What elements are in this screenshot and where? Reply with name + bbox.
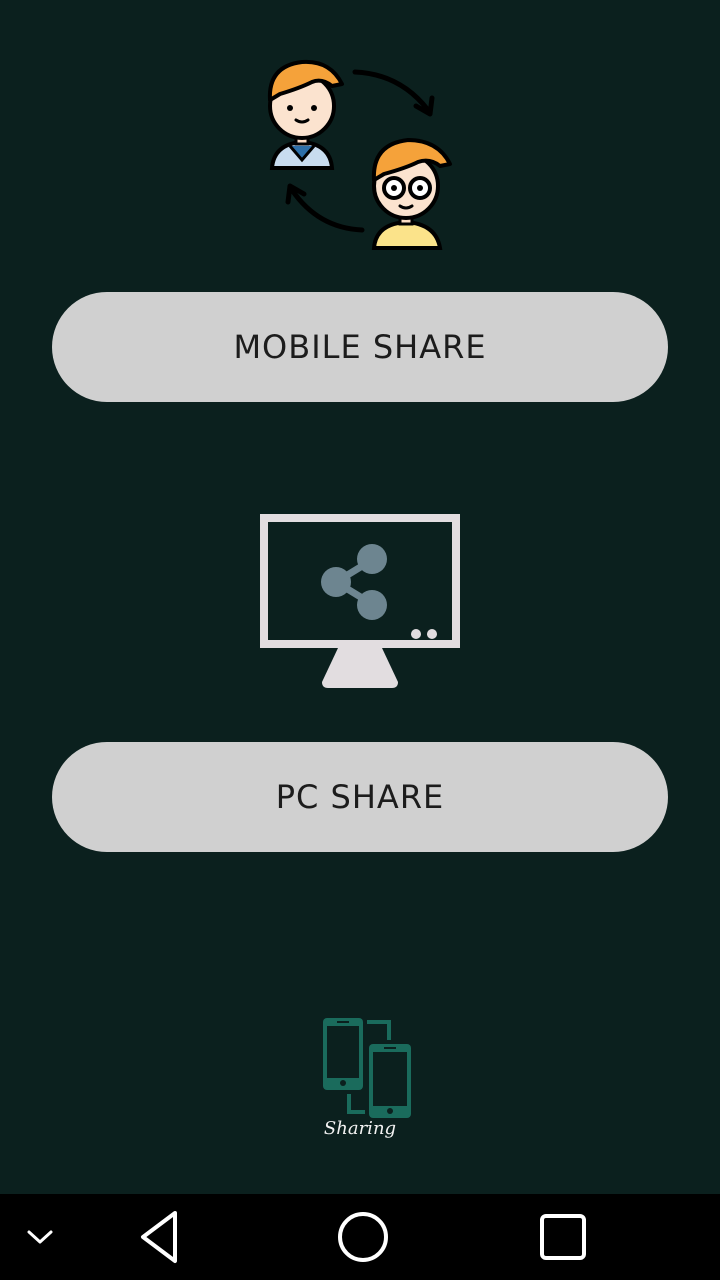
home-circle-icon[interactable] <box>320 1194 406 1280</box>
chevron-down-icon[interactable] <box>10 1194 70 1280</box>
phones-transfer-icon <box>323 1018 411 1118</box>
pc-share-button[interactable]: PC SHARE <box>52 742 668 852</box>
logo-caption: Sharing <box>323 1118 397 1139</box>
app-screen: MOBILE SHARE PC SHARE Sharing <box>0 0 720 1280</box>
navigation-bar <box>0 1194 720 1280</box>
people-exchange-icon <box>250 48 460 256</box>
mobile-share-button[interactable]: MOBILE SHARE <box>52 292 668 402</box>
app-logo: Sharing <box>300 1014 420 1144</box>
monitor-share-icon <box>258 512 462 692</box>
back-triangle-icon[interactable] <box>120 1194 200 1280</box>
recents-square-icon[interactable] <box>520 1194 606 1280</box>
